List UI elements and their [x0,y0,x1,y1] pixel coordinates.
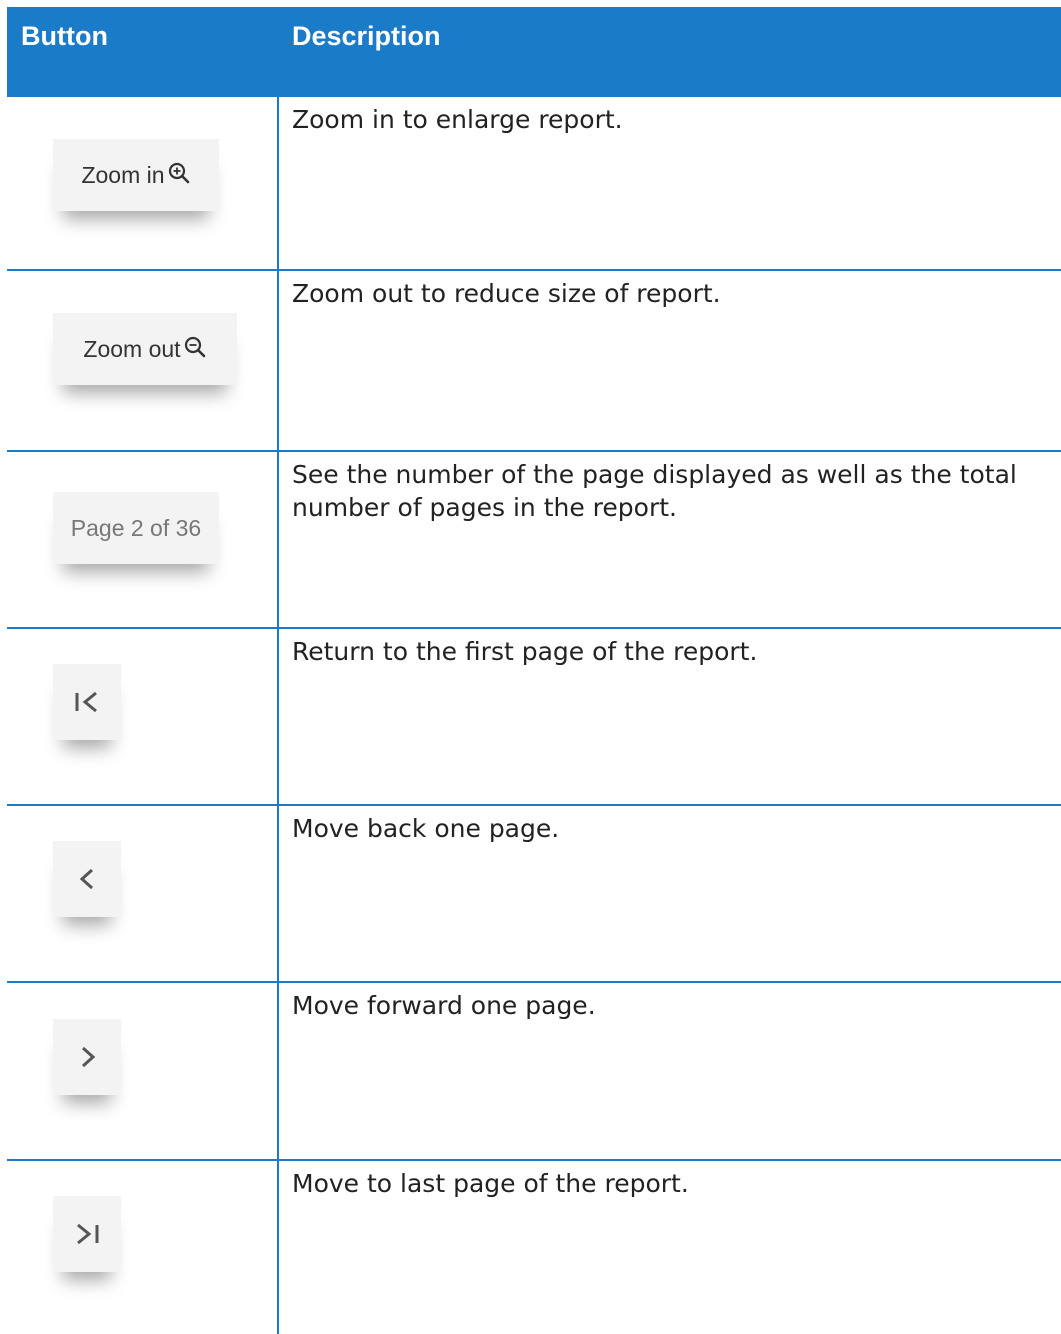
table-header-row: Button Description [7,7,1061,97]
description-text: Move to last page of the report. [292,1169,689,1198]
table-row: Zoom in Zoom in to enlarge report. [7,97,1061,270]
next-page-icon [67,1037,107,1077]
last-page-button[interactable] [53,1196,121,1272]
zoom-out-label: Zoom out [83,335,181,362]
button-reference-table: Button Description Zoom in Zoom in to en… [7,7,1061,1334]
previous-page-button[interactable] [53,841,121,917]
previous-page-icon [67,859,107,899]
description-text: Move forward one page. [292,991,596,1020]
first-page-button[interactable] [53,664,121,740]
header-description-column: Description [292,21,441,51]
table-row: Move back one page. [7,806,1061,982]
table-row: Move to last page of the report. [7,1161,1061,1334]
zoom-in-button[interactable]: Zoom in [53,139,219,211]
last-page-icon [67,1214,107,1254]
table-row: Return to the first page of the report. [7,629,1061,805]
description-text: Return to the first page of the report. [292,637,758,666]
description-text: Zoom in to enlarge report. [292,105,623,134]
description-text: Move back one page. [292,814,560,843]
first-page-icon [67,682,107,722]
table-row: Page 2 of 36 See the number of the page … [7,452,1061,627]
table-row: Move forward one page. [7,983,1061,1160]
zoom-out-icon [183,335,207,364]
page-indicator-label: Page 2 of 36 [70,514,202,541]
next-page-button[interactable] [53,1019,121,1095]
description-text: See the number of the page displayed as … [292,460,1017,522]
zoom-out-button[interactable]: Zoom out [53,313,237,385]
zoom-in-icon [167,161,191,190]
zoom-in-label: Zoom in [81,161,165,188]
description-text: Zoom out to reduce size of report. [292,279,721,308]
header-button-column: Button [21,21,108,51]
page-indicator: Page 2 of 36 [53,492,219,564]
table-row: Zoom out Zoom out to reduce size of repo… [7,271,1061,450]
